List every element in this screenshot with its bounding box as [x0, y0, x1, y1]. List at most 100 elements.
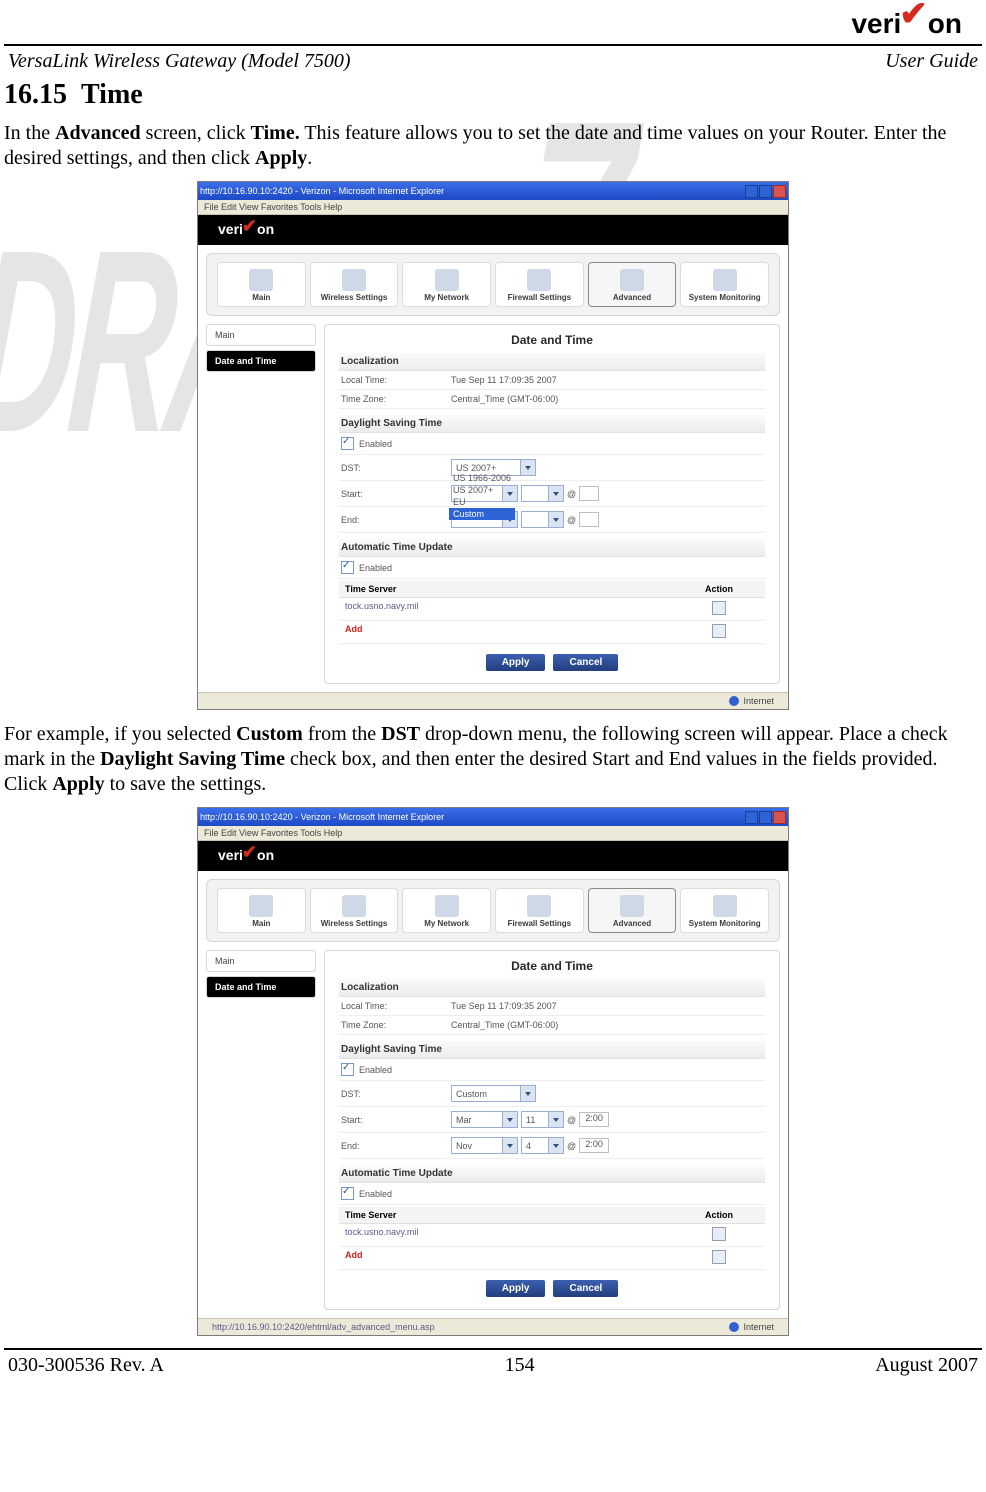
atu-enabled-label: Enabled	[359, 563, 392, 573]
chevron-down-icon	[548, 486, 563, 501]
end-label: End:	[341, 515, 451, 525]
tab-wireless[interactable]: Wireless Settings	[310, 888, 399, 933]
apply-button[interactable]: Apply	[486, 654, 546, 671]
window-close-icon[interactable]	[773, 811, 786, 824]
sysmon-icon	[713, 895, 737, 917]
firewall-icon	[527, 895, 551, 917]
status-zone: Internet	[743, 696, 774, 706]
advanced-icon	[620, 895, 644, 917]
end-month-dropdown[interactable]: Nov	[451, 1137, 518, 1154]
end-time-input[interactable]: 2:00	[579, 1138, 609, 1153]
atu-enabled-checkbox[interactable]	[341, 1187, 354, 1200]
start-day-dropdown[interactable]	[521, 485, 564, 502]
browser-menu[interactable]: File Edit View Favorites Tools Help	[198, 826, 788, 841]
sysmon-icon	[713, 269, 737, 291]
wireless-icon	[342, 895, 366, 917]
tab-wireless[interactable]: Wireless Settings	[310, 262, 399, 307]
atu-enabled-label: Enabled	[359, 1189, 392, 1199]
add-server-icon[interactable]	[712, 624, 726, 638]
dst-dropdown[interactable]: Custom	[451, 1085, 536, 1102]
end-day-dropdown[interactable]: 4	[521, 1137, 564, 1154]
tab-main[interactable]: Main	[217, 262, 306, 307]
screenshot-a: http://10.16.90.10:2420 - Verizon - Micr…	[197, 181, 789, 710]
network-icon	[435, 269, 459, 291]
start-time-input[interactable]: 2:00	[579, 1112, 609, 1127]
local-time-label: Local Time:	[341, 1001, 451, 1011]
start-day-dropdown[interactable]: 11	[521, 1111, 564, 1128]
verizon-logo-small: veri✔on	[218, 221, 274, 237]
dst-enabled-checkbox[interactable]	[341, 437, 354, 450]
time-zone-label: Time Zone:	[341, 1020, 451, 1030]
add-server-icon[interactable]	[712, 1250, 726, 1264]
globe-icon	[729, 696, 739, 706]
atu-enabled-checkbox[interactable]	[341, 561, 354, 574]
dst-label: DST:	[341, 463, 451, 473]
window-close-icon[interactable]	[773, 185, 786, 198]
globe-icon	[729, 1322, 739, 1332]
tab-advanced[interactable]: Advanced	[588, 888, 677, 933]
cancel-button[interactable]: Cancel	[553, 654, 618, 671]
chevron-down-icon	[548, 1112, 563, 1127]
end-time-input[interactable]	[579, 512, 599, 527]
cancel-button[interactable]: Cancel	[553, 1280, 618, 1297]
dst-enabled-checkbox[interactable]	[341, 1063, 354, 1076]
sidebar-item-datetime[interactable]: Date and Time	[206, 350, 316, 372]
header-doctype: User Guide	[885, 50, 978, 73]
dst-option[interactable]: Custom	[449, 508, 515, 520]
chevron-down-icon	[548, 1138, 563, 1153]
section-dst: Daylight Saving Time	[339, 415, 765, 433]
firewall-icon	[527, 269, 551, 291]
local-time-value: Tue Sep 11 17:09:35 2007	[451, 375, 557, 385]
tab-network[interactable]: My Network	[402, 262, 491, 307]
window-minimize-icon[interactable]	[745, 811, 758, 824]
delete-server-icon[interactable]	[712, 601, 726, 615]
wireless-icon	[342, 269, 366, 291]
chevron-down-icon	[520, 460, 535, 475]
main-icon	[249, 895, 273, 917]
tab-firewall[interactable]: Firewall Settings	[495, 888, 584, 933]
col-action: Action	[679, 584, 759, 594]
header-product: VersaLink Wireless Gateway (Model 7500)	[8, 50, 351, 73]
end-day-dropdown[interactable]	[521, 511, 564, 528]
panel-title: Date and Time	[339, 959, 765, 973]
start-month-dropdown[interactable]: Mar	[451, 1111, 518, 1128]
dst-dropdown-menu[interactable]: US 1966-2006 US 2007+ EU Custom	[449, 472, 515, 520]
tab-network[interactable]: My Network	[402, 888, 491, 933]
start-time-input[interactable]	[579, 486, 599, 501]
dst-option[interactable]: US 2007+	[449, 484, 515, 496]
start-label: Start:	[341, 1115, 451, 1125]
time-server-value: tock.usno.navy.mil	[345, 1227, 679, 1243]
time-zone-value: Central_Time (GMT-06:00)	[451, 1020, 558, 1030]
status-zone: Internet	[743, 1322, 774, 1332]
browser-menu[interactable]: File Edit View Favorites Tools Help	[198, 200, 788, 215]
time-zone-value: Central_Time (GMT-06:00)	[451, 394, 558, 404]
window-maximize-icon[interactable]	[759, 811, 772, 824]
section-atu: Automatic Time Update	[339, 1165, 765, 1183]
sidebar-item-datetime[interactable]: Date and Time	[206, 976, 316, 998]
section-dst: Daylight Saving Time	[339, 1041, 765, 1059]
sidebar-head[interactable]: Main	[206, 324, 316, 346]
local-time-label: Local Time:	[341, 375, 451, 385]
chevron-down-icon	[520, 1086, 535, 1101]
tab-sysmon[interactable]: System Monitoring	[680, 888, 769, 933]
add-server-link[interactable]: Add	[345, 1250, 679, 1266]
delete-server-icon[interactable]	[712, 1227, 726, 1241]
apply-button[interactable]: Apply	[486, 1280, 546, 1297]
start-label: Start:	[341, 489, 451, 499]
dst-label: DST:	[341, 1089, 451, 1099]
tab-main[interactable]: Main	[217, 888, 306, 933]
col-timeserver: Time Server	[345, 584, 679, 594]
tab-advanced[interactable]: Advanced	[588, 262, 677, 307]
time-zone-label: Time Zone:	[341, 394, 451, 404]
tab-firewall[interactable]: Firewall Settings	[495, 262, 584, 307]
add-server-link[interactable]: Add	[345, 624, 679, 640]
local-time-value: Tue Sep 11 17:09:35 2007	[451, 1001, 557, 1011]
paragraph-2: For example, if you selected Custom from…	[4, 722, 982, 797]
sidebar-head[interactable]: Main	[206, 950, 316, 972]
dst-option[interactable]: EU	[449, 496, 515, 508]
window-minimize-icon[interactable]	[745, 185, 758, 198]
tab-sysmon[interactable]: System Monitoring	[680, 262, 769, 307]
section-heading: 16.15 Time	[4, 79, 982, 111]
window-maximize-icon[interactable]	[759, 185, 772, 198]
dst-option[interactable]: US 1966-2006	[449, 472, 515, 484]
